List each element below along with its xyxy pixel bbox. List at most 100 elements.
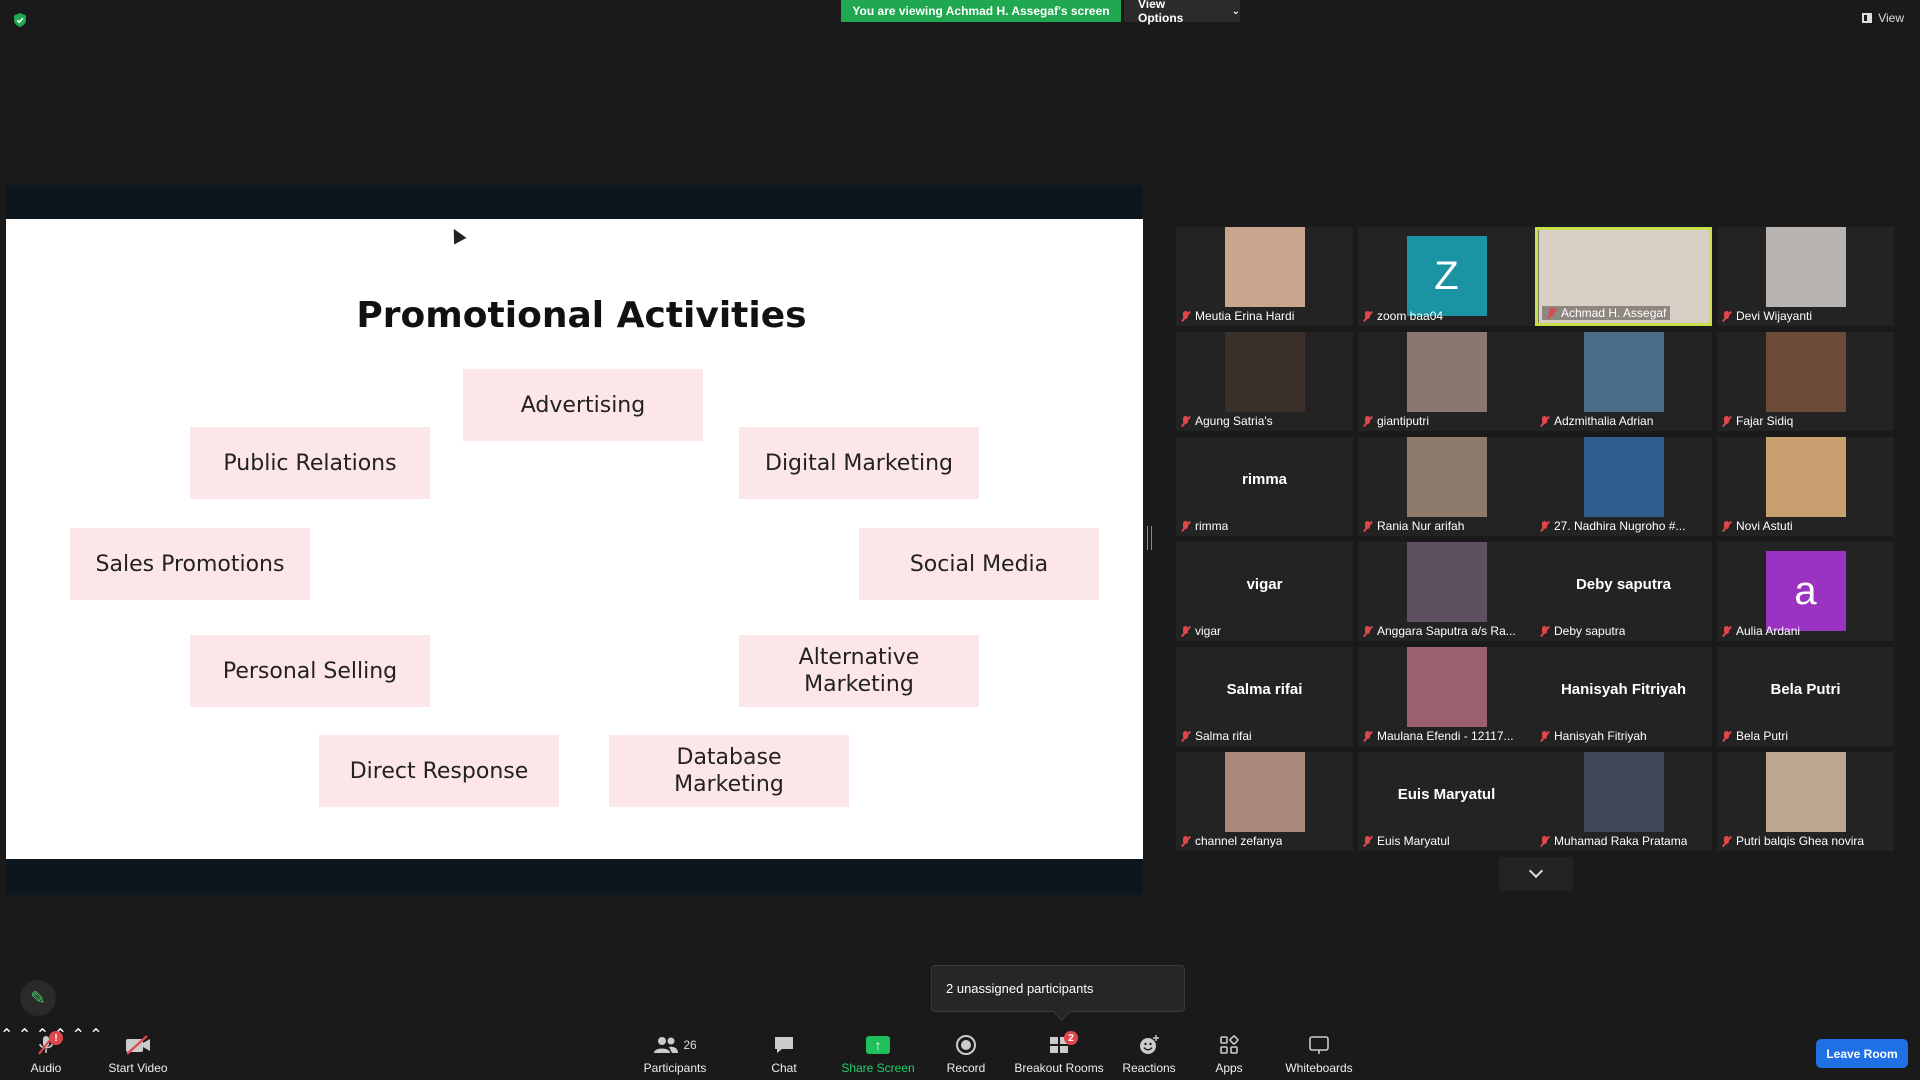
participant-name-label: Putri balqis Ghea novira [1721,834,1864,848]
participant-tile[interactable]: Deby saputra Deby saputra [1535,542,1712,641]
participant-tile[interactable]: Rania Nur arifah [1358,437,1535,536]
apps-options-caret-icon[interactable]: ⌃ [71,1027,84,1044]
participant-tile[interactable]: Putri balqis Ghea novira [1717,752,1894,851]
split-view-drag-handle[interactable] [1147,526,1152,550]
annotate-pencil-button[interactable]: ✎ [20,980,56,1016]
apps-button[interactable]: Apps [1214,1031,1244,1079]
participant-name-label: Muhamad Raka Pratama [1539,834,1687,848]
participant-display-name: vigar [1246,576,1283,593]
participant-tile[interactable]: 27. Nadhira Nugroho #... [1535,437,1712,536]
participant-name-label: Hanisyah Fitriyah [1539,729,1647,743]
record-icon [956,1035,976,1055]
participant-tile[interactable]: Salma rifai Salma rifai [1176,647,1353,746]
participant-tile[interactable]: Anggara Saputra a/s Ra... [1358,542,1535,641]
record-label: Record [946,1061,986,1075]
box-personal-selling: Personal Selling [190,635,430,707]
breakout-rooms-badge: 2 [1064,1031,1078,1045]
participant-tile[interactable]: giantiputri [1358,332,1535,431]
view-button[interactable]: View [1862,11,1904,25]
video-camera-off-icon [124,1031,152,1059]
audio-warning-badge: ! [49,1031,63,1045]
whiteboard-icon [1308,1031,1330,1059]
participant-name: Adzmithalia Adrian [1554,414,1654,428]
audio-button[interactable]: ! Audio [30,1031,63,1079]
whiteboards-label: Whiteboards [1285,1061,1353,1075]
view-options-button[interactable]: View Options ⌄ [1124,0,1240,25]
gallery-next-page-button[interactable] [1499,857,1573,891]
participant-tile[interactable]: Fajar Sidiq [1717,332,1894,431]
participant-tile[interactable]: Achmad H. Assegaf [1535,227,1712,326]
participant-video [1765,227,1846,307]
participant-video [1765,332,1846,412]
muted-mic-icon [1180,625,1191,637]
participant-tile[interactable]: Maulana Efendi - 12117... [1358,647,1535,746]
box-social-media: Social Media [859,528,1099,600]
unassigned-participants-tooltip[interactable]: 2 unassigned participants [931,965,1185,1012]
participant-tile[interactable]: Euis Maryatul Euis Maryatul [1358,752,1535,851]
apps-icon [1219,1031,1239,1059]
participant-name: Anggara Saputra a/s Ra... [1377,624,1516,638]
participant-tile[interactable]: channel zefanya [1176,752,1353,851]
leave-room-button[interactable]: Leave Room [1816,1039,1908,1068]
participant-tile[interactable]: vigar vigar [1176,542,1353,641]
reactions-label: Reactions [1122,1061,1176,1075]
share-screen-label: Share Screen [841,1061,915,1075]
share-screen-button[interactable]: ↑ Share Screen [841,1031,915,1079]
muted-mic-icon [1539,415,1550,427]
participant-tile[interactable]: rimma rimma [1176,437,1353,536]
muted-mic-icon [1362,625,1373,637]
participant-name-label: Novi Astuti [1721,519,1793,533]
box-sales-promotions: Sales Promotions [70,528,310,600]
participant-video [1765,437,1846,517]
participant-name-label: Devi Wijayanti [1721,309,1812,323]
participant-tile[interactable]: Agung Satria's [1176,332,1353,431]
breakout-rooms-label: Breakout Rooms [1014,1061,1104,1075]
participant-display-name: Salma rifai [1226,681,1303,698]
participant-name: Salma rifai [1195,729,1252,743]
start-video-button[interactable]: Start Video [106,1031,170,1079]
participant-name-label: Adzmithalia Adrian [1539,414,1653,428]
participant-display-name: Hanisyah Fitriyah [1560,681,1687,698]
participant-video [1406,647,1487,727]
reactions-button[interactable]: Reactions [1122,1031,1176,1079]
participant-display-name: rimma [1241,471,1288,488]
muted-mic-icon [1721,310,1732,322]
muted-mic-icon [1539,835,1550,847]
participant-tile[interactable]: Meutia Erina Hardi [1176,227,1353,326]
record-button[interactable]: Record [946,1031,986,1079]
participant-tile[interactable]: a Aulia Ardani [1717,542,1894,641]
participants-icon: 26 [653,1031,697,1059]
chat-bubble-icon [773,1031,795,1059]
breakout-rooms-icon: 2 [1048,1031,1078,1059]
muted-mic-icon [1362,520,1373,532]
participant-tile[interactable]: Adzmithalia Adrian [1535,332,1712,431]
participant-tile[interactable]: Novi Astuti [1717,437,1894,536]
whiteboards-options-caret-icon[interactable]: ⌃ [89,1027,102,1044]
participant-tile[interactable]: Bela Putri Bela Putri [1717,647,1894,746]
participant-tile[interactable]: Devi Wijayanti [1717,227,1894,326]
box-alternative-marketing: Alternative Marketing [739,635,979,707]
participant-name: Achmad H. Assegaf [1561,306,1667,320]
participant-name: Meutia Erina Hardi [1195,309,1295,323]
participants-button[interactable]: 26 Participants [640,1031,710,1079]
muted-mic-icon [1539,520,1550,532]
box-database-marketing: Database Marketing [609,735,849,807]
breakout-rooms-button[interactable]: 2 Breakout Rooms [1014,1031,1104,1079]
chat-button[interactable]: Chat [770,1031,798,1079]
participant-name: Bela Putri [1736,729,1789,743]
participant-name: Fajar Sidiq [1736,414,1794,428]
audio-options-caret-icon[interactable]: ⌃ [0,1027,13,1044]
participant-name-label: Salma rifai [1180,729,1252,743]
security-shield-icon[interactable] [12,12,28,28]
participant-tile[interactable]: Muhamad Raka Pratama [1535,752,1712,851]
participant-name: zoom baa04 [1377,309,1444,323]
participant-name: Deby saputra [1554,624,1626,638]
muted-mic-icon [1362,730,1373,742]
whiteboards-button[interactable]: Whiteboards [1284,1031,1354,1079]
participant-name: Maulana Efendi - 12117... [1377,729,1514,743]
participant-name-label: Rania Nur arifah [1362,519,1464,533]
participant-tile[interactable]: Zzoom baa04 [1358,227,1535,326]
participant-tile[interactable]: Hanisyah Fitriyah Hanisyah Fitriyah [1535,647,1712,746]
participant-name: giantiputri [1377,414,1430,428]
mouse-cursor-icon [447,225,467,245]
